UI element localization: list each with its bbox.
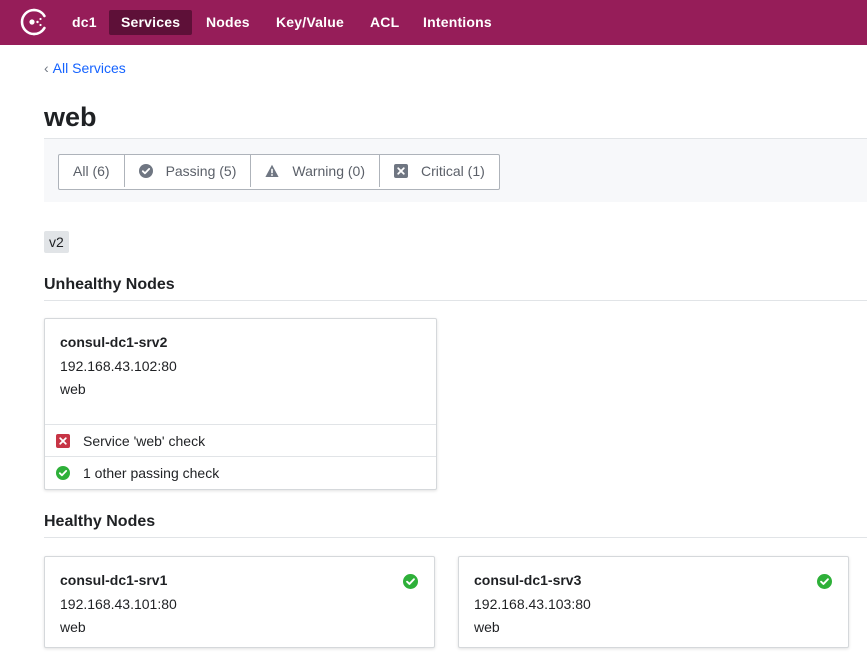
consul-logo-icon[interactable] bbox=[20, 8, 48, 36]
chevron-left-icon: ‹ bbox=[44, 60, 49, 76]
filter-warning[interactable]: Warning (0) bbox=[251, 155, 380, 187]
node-name[interactable]: consul-dc1-srv1 bbox=[60, 572, 167, 588]
node-service: web bbox=[60, 619, 86, 635]
nav-services[interactable]: Services bbox=[109, 10, 193, 35]
node-name[interactable]: consul-dc1-srv2 bbox=[60, 334, 167, 350]
passing-check-icon bbox=[138, 164, 153, 178]
critical-x-icon bbox=[56, 433, 70, 448]
filter-critical[interactable]: Critical (1) bbox=[380, 155, 499, 187]
breadcrumb[interactable]: ‹ All Services bbox=[44, 59, 126, 77]
check-label: Service 'web' check bbox=[83, 432, 206, 449]
top-navigation: dc1 Services Nodes Key/Value ACL Intenti… bbox=[0, 0, 867, 45]
passing-check-icon bbox=[817, 574, 832, 589]
nav-intentions[interactable]: Intentions bbox=[411, 10, 504, 35]
service-tag: v2 bbox=[44, 231, 69, 253]
health-filter-bar: All (6) Passing (5) Warning (0) Critical… bbox=[44, 138, 867, 202]
healthy-nodes-heading: Healthy Nodes bbox=[44, 514, 867, 538]
node-address: 192.168.43.101:80 bbox=[60, 596, 177, 612]
critical-x-icon bbox=[394, 164, 408, 178]
filter-passing[interactable]: Passing (5) bbox=[125, 155, 252, 187]
nav-key-value[interactable]: Key/Value bbox=[264, 10, 356, 35]
node-service: web bbox=[474, 619, 500, 635]
breadcrumb-all-services[interactable]: All Services bbox=[53, 60, 126, 76]
nav-nodes[interactable]: Nodes bbox=[194, 10, 262, 35]
filter-all-label: All (6) bbox=[73, 163, 110, 179]
unhealthy-nodes-heading: Unhealthy Nodes bbox=[44, 277, 867, 301]
datacenter-selector[interactable]: dc1 bbox=[60, 10, 109, 35]
passing-check-icon bbox=[403, 574, 418, 589]
check-row-passing[interactable]: 1 other passing check bbox=[45, 456, 436, 488]
node-address: 192.168.43.102:80 bbox=[60, 358, 177, 374]
node-service: web bbox=[60, 381, 86, 397]
check-row-critical[interactable]: Service 'web' check bbox=[45, 424, 436, 456]
node-card-healthy[interactable]: consul-dc1-srv1 192.168.43.101:80 web bbox=[44, 556, 435, 648]
page-title: web bbox=[44, 102, 97, 132]
passing-check-icon bbox=[56, 465, 70, 480]
filter-all[interactable]: All (6) bbox=[59, 155, 125, 187]
check-label: 1 other passing check bbox=[83, 464, 220, 481]
filter-warning-label: Warning (0) bbox=[292, 163, 365, 179]
node-card-healthy[interactable]: consul-dc1-srv3 192.168.43.103:80 web bbox=[458, 556, 849, 648]
warning-icon bbox=[265, 164, 279, 177]
node-name[interactable]: consul-dc1-srv3 bbox=[474, 572, 581, 588]
health-filter-group: All (6) Passing (5) Warning (0) Critical… bbox=[58, 154, 500, 190]
node-address: 192.168.43.103:80 bbox=[474, 596, 591, 612]
nav-acl[interactable]: ACL bbox=[358, 10, 411, 35]
node-card-unhealthy[interactable]: consul-dc1-srv2 192.168.43.102:80 web Se… bbox=[44, 318, 437, 490]
filter-critical-label: Critical (1) bbox=[421, 163, 485, 179]
filter-passing-label: Passing (5) bbox=[165, 163, 237, 179]
